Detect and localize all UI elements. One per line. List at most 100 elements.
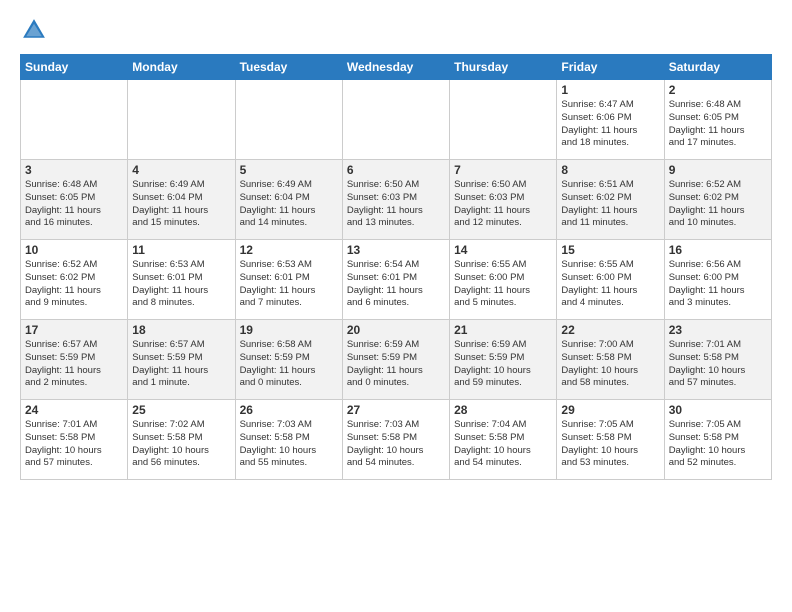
day-cell: 18 Sunrise: 6:57 AM Sunset: 5:59 PM Dayli… (128, 320, 235, 400)
day-cell: 11 Sunrise: 6:53 AM Sunset: 6:01 PM Dayli… (128, 240, 235, 320)
day-cell (235, 80, 342, 160)
day-cell (450, 80, 557, 160)
col-header-saturday: Saturday (664, 55, 771, 80)
day-cell: 23 Sunrise: 7:01 AM Sunset: 5:58 PM Dayli… (664, 320, 771, 400)
day-number: 13 (347, 243, 445, 257)
day-number: 19 (240, 323, 338, 337)
header-row: SundayMondayTuesdayWednesdayThursdayFrid… (21, 55, 772, 80)
day-cell: 29 Sunrise: 7:05 AM Sunset: 5:58 PM Dayli… (557, 400, 664, 480)
day-info: Sunrise: 7:03 AM Sunset: 5:58 PM Dayligh… (347, 419, 445, 470)
day-number: 18 (132, 323, 230, 337)
day-info: Sunrise: 7:05 AM Sunset: 5:58 PM Dayligh… (561, 419, 659, 470)
day-cell: 14 Sunrise: 6:55 AM Sunset: 6:00 PM Dayli… (450, 240, 557, 320)
day-info: Sunrise: 6:59 AM Sunset: 5:59 PM Dayligh… (347, 339, 445, 390)
day-number: 14 (454, 243, 552, 257)
logo (20, 16, 52, 44)
logo-icon (20, 16, 48, 44)
day-cell: 1 Sunrise: 6:47 AM Sunset: 6:06 PM Daylig… (557, 80, 664, 160)
day-info: Sunrise: 7:04 AM Sunset: 5:58 PM Dayligh… (454, 419, 552, 470)
week-row-1: 1 Sunrise: 6:47 AM Sunset: 6:06 PM Daylig… (21, 80, 772, 160)
day-info: Sunrise: 6:50 AM Sunset: 6:03 PM Dayligh… (347, 179, 445, 230)
day-info: Sunrise: 7:00 AM Sunset: 5:58 PM Dayligh… (561, 339, 659, 390)
day-info: Sunrise: 6:53 AM Sunset: 6:01 PM Dayligh… (240, 259, 338, 310)
day-info: Sunrise: 6:50 AM Sunset: 6:03 PM Dayligh… (454, 179, 552, 230)
day-info: Sunrise: 6:57 AM Sunset: 5:59 PM Dayligh… (132, 339, 230, 390)
col-header-thursday: Thursday (450, 55, 557, 80)
day-info: Sunrise: 6:55 AM Sunset: 6:00 PM Dayligh… (454, 259, 552, 310)
day-number: 20 (347, 323, 445, 337)
day-number: 17 (25, 323, 123, 337)
day-cell: 17 Sunrise: 6:57 AM Sunset: 5:59 PM Dayli… (21, 320, 128, 400)
day-number: 5 (240, 163, 338, 177)
day-cell: 19Sunrise: 6:58 AM Sunset: 5:59 PM Dayli… (235, 320, 342, 400)
day-info: Sunrise: 6:59 AM Sunset: 5:59 PM Dayligh… (454, 339, 552, 390)
day-info: Sunrise: 6:57 AM Sunset: 5:59 PM Dayligh… (25, 339, 123, 390)
day-cell: 9 Sunrise: 6:52 AM Sunset: 6:02 PM Daylig… (664, 160, 771, 240)
day-number: 16 (669, 243, 767, 257)
day-cell: 16 Sunrise: 6:56 AM Sunset: 6:00 PM Dayli… (664, 240, 771, 320)
day-number: 7 (454, 163, 552, 177)
day-cell: 7 Sunrise: 6:50 AM Sunset: 6:03 PM Daylig… (450, 160, 557, 240)
calendar-table: SundayMondayTuesdayWednesdayThursdayFrid… (20, 54, 772, 480)
day-number: 4 (132, 163, 230, 177)
col-header-sunday: Sunday (21, 55, 128, 80)
day-cell: 4 Sunrise: 6:49 AM Sunset: 6:04 PM Daylig… (128, 160, 235, 240)
day-info: Sunrise: 7:05 AM Sunset: 5:58 PM Dayligh… (669, 419, 767, 470)
day-info: Sunrise: 6:47 AM Sunset: 6:06 PM Dayligh… (561, 99, 659, 150)
day-cell (21, 80, 128, 160)
day-info: Sunrise: 6:55 AM Sunset: 6:00 PM Dayligh… (561, 259, 659, 310)
day-number: 21 (454, 323, 552, 337)
day-cell: 25 Sunrise: 7:02 AM Sunset: 5:58 PM Dayli… (128, 400, 235, 480)
day-number: 2 (669, 83, 767, 97)
page: SundayMondayTuesdayWednesdayThursdayFrid… (0, 0, 792, 490)
day-number: 23 (669, 323, 767, 337)
day-cell: 6 Sunrise: 6:50 AM Sunset: 6:03 PM Daylig… (342, 160, 449, 240)
header (20, 16, 772, 44)
day-cell: 28 Sunrise: 7:04 AM Sunset: 5:58 PM Dayli… (450, 400, 557, 480)
day-info: Sunrise: 6:53 AM Sunset: 6:01 PM Dayligh… (132, 259, 230, 310)
day-number: 9 (669, 163, 767, 177)
day-number: 24 (25, 403, 123, 417)
day-info: Sunrise: 6:48 AM Sunset: 6:05 PM Dayligh… (25, 179, 123, 230)
day-number: 28 (454, 403, 552, 417)
day-cell: 8Sunrise: 6:51 AM Sunset: 6:02 PM Daylig… (557, 160, 664, 240)
day-cell (342, 80, 449, 160)
day-info: Sunrise: 7:03 AM Sunset: 5:58 PM Dayligh… (240, 419, 338, 470)
week-row-4: 17 Sunrise: 6:57 AM Sunset: 5:59 PM Dayli… (21, 320, 772, 400)
day-cell: 13 Sunrise: 6:54 AM Sunset: 6:01 PM Dayli… (342, 240, 449, 320)
day-cell (128, 80, 235, 160)
day-cell: 24 Sunrise: 7:01 AM Sunset: 5:58 PM Dayli… (21, 400, 128, 480)
day-number: 12 (240, 243, 338, 257)
day-cell: 15 Sunrise: 6:55 AM Sunset: 6:00 PM Dayli… (557, 240, 664, 320)
day-cell: 21 Sunrise: 6:59 AM Sunset: 5:59 PM Dayli… (450, 320, 557, 400)
day-info: Sunrise: 7:01 AM Sunset: 5:58 PM Dayligh… (25, 419, 123, 470)
day-number: 29 (561, 403, 659, 417)
day-info: Sunrise: 6:56 AM Sunset: 6:00 PM Dayligh… (669, 259, 767, 310)
day-number: 10 (25, 243, 123, 257)
day-info: Sunrise: 6:52 AM Sunset: 6:02 PM Dayligh… (669, 179, 767, 230)
day-number: 22 (561, 323, 659, 337)
day-cell: 30Sunrise: 7:05 AM Sunset: 5:58 PM Dayli… (664, 400, 771, 480)
day-number: 25 (132, 403, 230, 417)
day-number: 27 (347, 403, 445, 417)
day-info: Sunrise: 7:02 AM Sunset: 5:58 PM Dayligh… (132, 419, 230, 470)
day-number: 15 (561, 243, 659, 257)
day-cell: 10Sunrise: 6:52 AM Sunset: 6:02 PM Dayli… (21, 240, 128, 320)
day-number: 8 (561, 163, 659, 177)
day-cell: 20 Sunrise: 6:59 AM Sunset: 5:59 PM Dayli… (342, 320, 449, 400)
col-header-tuesday: Tuesday (235, 55, 342, 80)
day-cell: 3Sunrise: 6:48 AM Sunset: 6:05 PM Daylig… (21, 160, 128, 240)
day-number: 11 (132, 243, 230, 257)
col-header-monday: Monday (128, 55, 235, 80)
week-row-3: 10Sunrise: 6:52 AM Sunset: 6:02 PM Dayli… (21, 240, 772, 320)
day-number: 1 (561, 83, 659, 97)
day-info: Sunrise: 7:01 AM Sunset: 5:58 PM Dayligh… (669, 339, 767, 390)
day-number: 26 (240, 403, 338, 417)
day-info: Sunrise: 6:49 AM Sunset: 6:04 PM Dayligh… (132, 179, 230, 230)
day-cell: 27 Sunrise: 7:03 AM Sunset: 5:58 PM Dayli… (342, 400, 449, 480)
day-info: Sunrise: 6:54 AM Sunset: 6:01 PM Dayligh… (347, 259, 445, 310)
day-cell: 22 Sunrise: 7:00 AM Sunset: 5:58 PM Dayli… (557, 320, 664, 400)
day-number: 6 (347, 163, 445, 177)
day-cell: 5Sunrise: 6:49 AM Sunset: 6:04 PM Daylig… (235, 160, 342, 240)
day-cell: 2Sunrise: 6:48 AM Sunset: 6:05 PM Daylig… (664, 80, 771, 160)
